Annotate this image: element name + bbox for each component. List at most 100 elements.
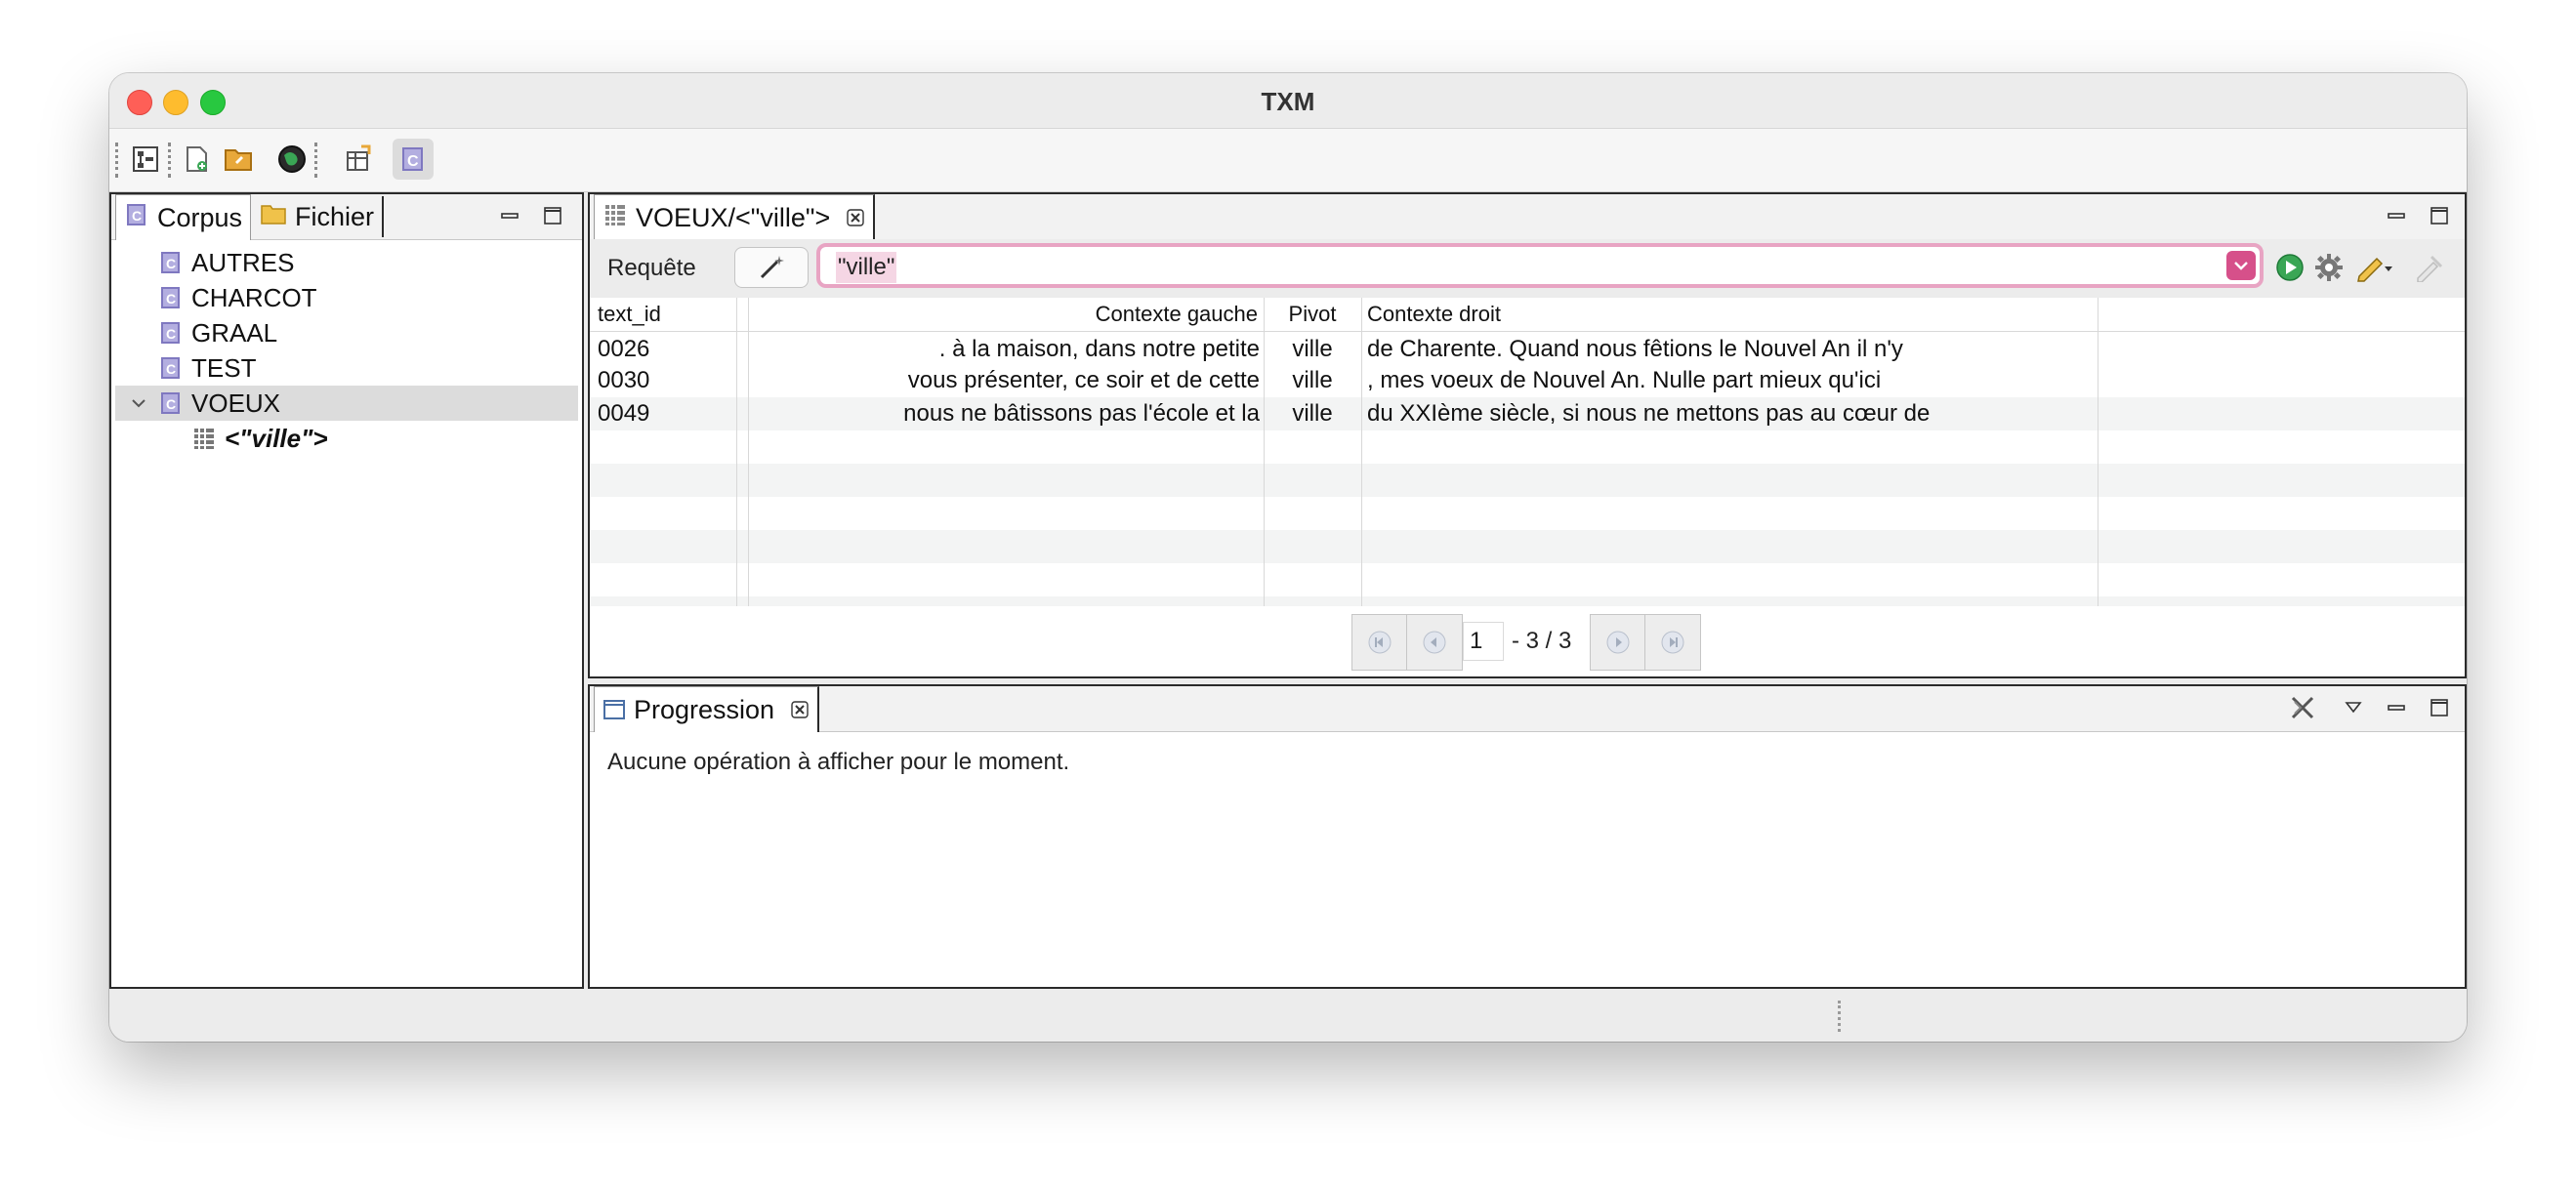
table-cell-right-context[interactable]: de Charente. Quand nous fêtions le Nouve… — [1367, 333, 2094, 366]
column-header-left-context[interactable]: Contexte gauche — [748, 298, 1258, 331]
corpus-icon: C — [156, 318, 186, 348]
column-divider[interactable] — [736, 298, 737, 606]
previous-page-icon — [1422, 630, 1447, 655]
query-input-value: "ville" — [836, 252, 897, 283]
window-title: TXM — [1261, 87, 1315, 116]
tab-fichier-label: Fichier — [295, 201, 375, 231]
tree-item-voeux[interactable]: C VOEUX — [115, 386, 578, 421]
query-input[interactable]: "ville" — [816, 243, 2264, 288]
table-cell-text-id[interactable]: 0026 — [598, 333, 734, 366]
last-page-icon — [1660, 630, 1685, 655]
page-number-input[interactable]: 1 — [1463, 622, 1504, 661]
concordance-view-tabs: VOEUX/<"ville"> — [590, 194, 2465, 240]
column-divider[interactable] — [748, 298, 749, 606]
svg-text:C: C — [166, 326, 176, 342]
table-cell-right-context[interactable]: , mes voeux de Nouvel An. Nulle part mie… — [1367, 364, 2094, 397]
table-row-stripe — [590, 596, 2465, 606]
progression-view-tabs: Progression — [590, 686, 2465, 732]
corpus-icon: C — [156, 248, 186, 277]
table-cell-text-id[interactable]: 0030 — [598, 364, 734, 397]
minimize-view-icon[interactable] — [2383, 202, 2410, 229]
tab-fichier[interactable]: Fichier — [252, 196, 385, 237]
tree-item-graal[interactable]: C GRAAL — [115, 315, 578, 350]
toolbar-grip[interactable] — [168, 143, 175, 178]
perspective-icon[interactable] — [338, 139, 379, 180]
tab-corpus-label: Corpus — [157, 202, 243, 232]
previous-page-button[interactable] — [1406, 614, 1463, 671]
query-label: Requête — [607, 255, 696, 281]
maximize-view-icon[interactable] — [2426, 202, 2453, 229]
status-bar — [109, 993, 2467, 1042]
progression-empty-message: Aucune opération à afficher pour le mome… — [607, 749, 1070, 775]
query-bar: Requête "ville" — [590, 239, 2465, 298]
open-folder-icon[interactable] — [219, 139, 260, 180]
folder-icon — [260, 202, 287, 232]
column-header-right-context[interactable]: Contexte droit — [1367, 298, 1501, 331]
annotate-pencil-icon[interactable] — [2353, 251, 2400, 284]
tab-concordance[interactable]: VOEUX/<"ville"> — [594, 194, 876, 240]
import-globe-icon[interactable] — [271, 139, 312, 180]
maximize-view-icon[interactable] — [539, 202, 566, 229]
column-header-pivot[interactable]: Pivot — [1264, 298, 1361, 331]
column-header-text-id[interactable]: text_id — [598, 298, 661, 331]
toolbar-grip[interactable] — [314, 143, 321, 178]
next-page-icon — [1605, 630, 1631, 655]
tree-item-label: GRAAL — [191, 317, 278, 348]
table-row-stripe — [590, 530, 2465, 563]
tab-corpus[interactable]: C Corpus — [115, 194, 252, 240]
header-divider — [590, 331, 2465, 332]
tab-progression[interactable]: Progression — [594, 686, 820, 732]
tree-view-icon[interactable] — [125, 139, 166, 180]
query-assistant-button[interactable] — [734, 247, 809, 288]
app-window: TXM C C Corpus Fichier C AUTRES C CHARCO… — [109, 73, 2467, 1042]
tree-item-concordance[interactable]: <"ville"> — [115, 421, 578, 456]
chevron-down-icon[interactable] — [121, 397, 156, 409]
column-divider[interactable] — [1361, 298, 1362, 606]
corpus-icon: C — [156, 389, 186, 418]
svg-text:C: C — [132, 208, 142, 224]
new-file-icon[interactable] — [176, 139, 217, 180]
tree-item-test[interactable]: C TEST — [115, 350, 578, 386]
chevron-down-icon — [2233, 260, 2249, 271]
query-history-dropdown[interactable] — [2226, 251, 2256, 280]
minimize-view-icon[interactable] — [2383, 694, 2410, 721]
table-cell-left-context[interactable]: . à la maison, dans notre petite — [750, 333, 1260, 366]
table-cell-right-context[interactable]: du XXIème siècle, si nous ne mettons pas… — [1367, 397, 2094, 430]
next-page-button[interactable] — [1590, 614, 1646, 671]
run-query-icon[interactable] — [2273, 251, 2306, 284]
close-tab-icon[interactable] — [790, 700, 810, 719]
svg-text:C: C — [166, 291, 176, 307]
tree-item-charcot[interactable]: C CHARCOT — [115, 280, 578, 315]
toolbar-grip[interactable] — [115, 143, 122, 178]
txm-perspective-icon[interactable]: C — [393, 139, 434, 180]
table-cell-left-context[interactable]: vous présenter, ce soir et de cette — [750, 364, 1260, 397]
minimize-view-icon[interactable] — [496, 202, 523, 229]
save-annotation-icon[interactable] — [2412, 251, 2445, 284]
first-page-icon — [1367, 630, 1392, 655]
view-menu-icon[interactable] — [2340, 694, 2367, 721]
table-row-stripe — [590, 464, 2465, 497]
main-toolbar: C — [109, 129, 2467, 192]
first-page-button[interactable] — [1351, 614, 1408, 671]
svg-text:C: C — [166, 396, 176, 412]
table-cell-left-context[interactable]: nous ne bâtissons pas l'école et la — [750, 397, 1260, 430]
tree-item-label: VOEUX — [191, 388, 281, 418]
magic-wand-icon — [756, 254, 787, 281]
last-page-button[interactable] — [1644, 614, 1701, 671]
tree-item-autres[interactable]: C AUTRES — [115, 245, 578, 280]
status-bar-grip[interactable] — [1838, 1001, 1845, 1032]
corpus-icon: C — [156, 353, 186, 383]
svg-text:C: C — [166, 361, 176, 377]
svg-text:C: C — [407, 153, 419, 170]
maximize-view-icon[interactable] — [2426, 694, 2453, 721]
corpus-tree: C AUTRES C CHARCOT C GRAAL C TEST C VOEU… — [111, 239, 582, 987]
table-cell-text-id[interactable]: 0049 — [598, 397, 734, 430]
table-cell-pivot[interactable]: ville — [1264, 364, 1361, 397]
table-cell-pivot[interactable]: ville — [1264, 397, 1361, 430]
settings-gear-icon[interactable] — [2312, 251, 2346, 284]
remove-all-finished-icon[interactable] — [2285, 694, 2320, 721]
concordance-icon — [189, 424, 219, 453]
close-tab-icon[interactable] — [846, 208, 865, 227]
table-cell-pivot[interactable]: ville — [1264, 333, 1361, 366]
corpus-view: C Corpus Fichier C AUTRES C CHARCOT C GR… — [109, 192, 584, 989]
